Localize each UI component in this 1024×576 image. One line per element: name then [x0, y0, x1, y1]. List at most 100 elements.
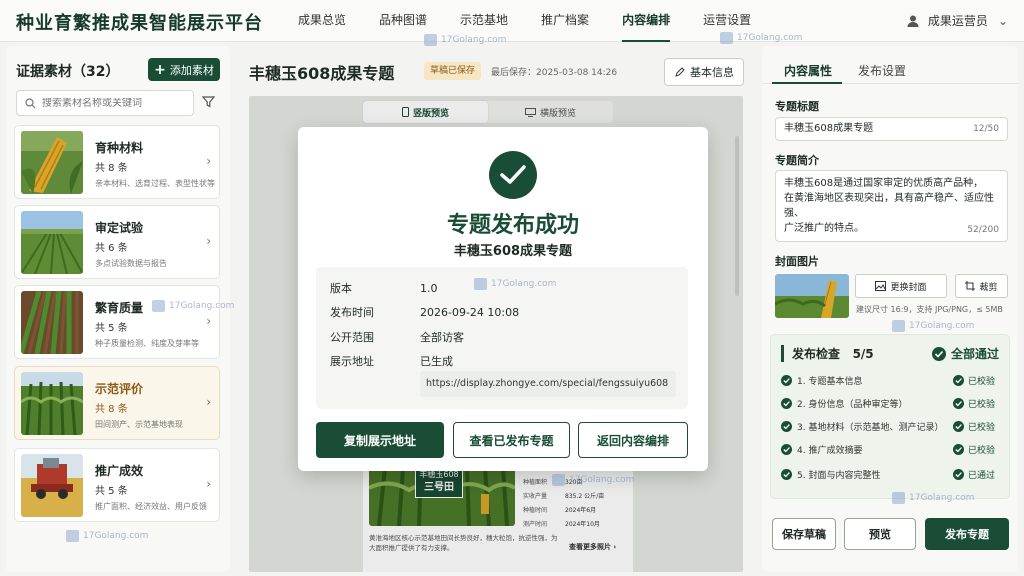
copy-url-button[interactable]: 复制展示地址: [316, 422, 444, 458]
harvester-thumbnail: [21, 454, 83, 517]
search-icon: [25, 97, 36, 108]
intro-char-count: 52/200: [967, 225, 999, 235]
user-name: 成果运营员: [927, 14, 988, 28]
replace-cover-label: 更换封面: [890, 282, 927, 293]
check-circle-icon: [781, 443, 792, 455]
intro-line: 丰穗玉608是通过国家审定的优质高产品种，: [784, 178, 984, 189]
cover-label: 封面图片: [775, 255, 819, 268]
watermark-text: 17Golang.com: [491, 279, 557, 289]
tab-content-properties[interactable]: 内容属性: [784, 62, 832, 79]
info-row-scope: 公开范围 全部访客: [330, 329, 464, 345]
back-to-editor-button[interactable]: 返回内容编排: [578, 422, 688, 458]
seedling-thumbnail: [21, 291, 83, 354]
view-published-button[interactable]: 查看已发布专题: [453, 422, 570, 458]
all-pass-label: 全部通过: [950, 347, 999, 361]
check-status-text: 已校验: [968, 422, 996, 433]
check-circle-icon: [953, 443, 964, 455]
check-title-text: 发布检查: [792, 347, 841, 361]
check-status: 已校验: [953, 443, 1001, 456]
chevron-right-icon: ›: [206, 314, 211, 328]
card-title: 审定试验: [95, 221, 144, 235]
chevron-right-icon: ›: [206, 154, 211, 168]
basic-info-label: 基本信息: [690, 66, 734, 79]
preview-button[interactable]: 预览: [844, 518, 916, 550]
check-circle-icon: [781, 397, 792, 409]
intro-textarea[interactable]: 丰穗玉608是通过国家审定的优质高产品种， 在黄淮海地区表现突出，具有高产稳产、…: [775, 170, 1008, 242]
editor-header: 丰穗玉608成果专题 草稿已保存 最后保存：2025-03-08 14:26 基…: [236, 46, 752, 96]
topic-title-input[interactable]: 丰穗玉608成果专题 12/50: [775, 117, 1008, 141]
material-card-demo[interactable]: 示范评价 共 8 条 田间测产、示范基地表现 ›: [14, 366, 220, 440]
watermark: 17Golang.com: [892, 492, 974, 504]
draft-saved-badge: 草稿已保存: [424, 62, 482, 80]
check-status: 已通过: [953, 468, 1001, 481]
user-menu[interactable]: 成果运营员 ⌄: [906, 12, 1008, 29]
watermark: 17Golang.com: [892, 320, 974, 332]
info-key: 公开范围: [330, 331, 374, 344]
crop-label: 裁剪: [979, 282, 998, 293]
nav-overview[interactable]: 成果总览: [298, 0, 346, 42]
watermark-text: 17Golang.com: [441, 35, 507, 45]
card-title: 推广成效: [95, 464, 144, 478]
check-item: 5. 封面与内容完整性 已通过: [781, 466, 1001, 482]
watermark-text: 17Golang.com: [909, 321, 975, 331]
watermark-logo-icon: [474, 278, 487, 290]
search-input[interactable]: [42, 97, 192, 109]
field-rows-thumbnail: [21, 211, 83, 274]
info-key: 展示地址: [330, 355, 374, 368]
check-item: 2. 身份信息（品种审定等） 已校验: [781, 395, 1001, 411]
nav-content-arrange[interactable]: 内容编排: [622, 0, 671, 42]
plus-icon: +: [154, 61, 166, 78]
chevron-down-icon: ⌄: [997, 13, 1008, 28]
display-url[interactable]: https://display.zhongye.com/special/feng…: [420, 371, 676, 397]
publish-check-box: 发布检查 5/5 全部通过 1. 专题基本信息 已校验 2. 身份信息（品种审定…: [770, 334, 1010, 499]
info-key: 版本: [330, 282, 352, 295]
user-icon: [907, 15, 919, 27]
replace-cover-button[interactable]: 更换封面: [855, 274, 947, 298]
evidence-title: 证据素材（32）: [16, 64, 120, 80]
save-draft-button[interactable]: 保存草稿: [772, 518, 836, 550]
check-status: 已校验: [953, 420, 1001, 433]
add-material-button[interactable]: + 添加素材: [148, 58, 220, 81]
card-count: 共 8 条: [95, 404, 128, 415]
check-status-text: 已校验: [968, 399, 996, 410]
properties-tabs: 内容属性 发布设置: [762, 46, 1018, 84]
intro-label: 专题简介: [775, 154, 819, 167]
watermark-text: 17Golang.com: [83, 531, 149, 541]
watermark: 17Golang.com: [424, 34, 506, 46]
tab-publish-settings[interactable]: 发布设置: [858, 62, 906, 79]
cover-image: [775, 274, 849, 318]
basic-info-button[interactable]: 基本信息: [664, 58, 744, 86]
check-item: 4. 推广成效摘要 已校验: [781, 441, 1001, 457]
check-item-text: 5. 封面与内容完整性: [797, 470, 881, 481]
watermark: 17Golang.com: [474, 278, 556, 290]
material-card-trial[interactable]: 审定试验 共 6 条 多点试验数据与报告 ›: [14, 205, 220, 279]
publish-topic-button[interactable]: 发布专题: [925, 518, 1009, 550]
material-card-breeding[interactable]: 育种材料 共 8 条 亲本材料、选育过程、表型性状等 ›: [14, 125, 220, 199]
check-score: 5/5: [852, 347, 874, 361]
watermark: 17Golang.com: [66, 530, 148, 542]
card-desc: 亲本材料、选育过程、表型性状等: [95, 179, 215, 188]
check-circle-icon: [781, 468, 792, 480]
watermark-logo-icon: [66, 530, 79, 542]
crop-button[interactable]: 裁剪: [955, 274, 1008, 298]
all-pass-status: 全部通过: [931, 345, 999, 362]
nav-variety-graph[interactable]: 品种图谱: [379, 0, 427, 42]
card-desc: 多点试验数据与报告: [95, 259, 167, 268]
check-circle-icon: [781, 374, 792, 386]
check-circle-icon: [931, 346, 946, 361]
check-circle-icon: [953, 468, 964, 480]
check-status-text: 已通过: [968, 470, 996, 481]
watermark-logo-icon: [892, 320, 905, 332]
check-item: 3. 基地材料（示范基地、测产记录） 已校验: [781, 418, 1001, 434]
material-card-quality[interactable]: 繁育质量 共 5 条 种子质量检测、纯度及芽率等 ›: [14, 285, 220, 359]
nav-promotion-archive[interactable]: 推广档案: [541, 0, 589, 42]
top-bar: 种业育繁推成果智能展示平台 成果总览 品种图谱 示范基地 推广档案 内容编排 运…: [0, 0, 1024, 42]
info-value: 全部访客: [420, 331, 464, 344]
filter-icon[interactable]: [202, 96, 215, 108]
corn-field-thumbnail: [21, 372, 83, 435]
dialog-subtitle: 丰穗玉608成果专题: [453, 244, 573, 259]
watermark-logo-icon: [720, 32, 733, 44]
info-row-version: 版本 1.0: [330, 280, 438, 296]
material-card-promotion[interactable]: 推广成效 共 5 条 推广面积、经济效益、用户反馈 ›: [14, 448, 220, 522]
publish-check-title: 发布检查 5/5: [781, 345, 874, 362]
